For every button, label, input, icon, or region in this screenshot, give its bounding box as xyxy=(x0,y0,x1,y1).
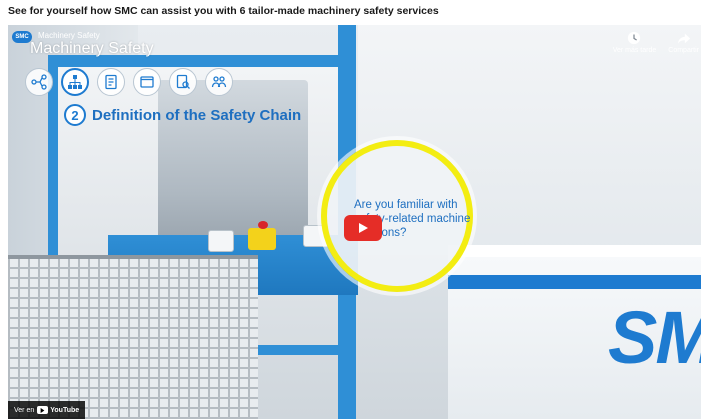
share-button[interactable]: Compartir xyxy=(668,31,699,54)
machine-estop-base xyxy=(248,228,276,250)
play-button[interactable] xyxy=(344,215,382,241)
play-icon xyxy=(359,223,368,233)
counter-stripe xyxy=(448,275,701,289)
youtube-wordmark: YouTube xyxy=(50,406,80,414)
document-search-icon xyxy=(169,68,197,96)
chapter-label: 2 Definition of the Safety Chain xyxy=(64,104,301,126)
video-brand: SMC Machinery Safety Machinery Safety xyxy=(12,31,154,57)
watch-on-youtube-button[interactable]: Ver en YouTube xyxy=(8,401,86,419)
machine-button xyxy=(208,230,234,252)
video-player[interactable]: SM SMC Machinery Safety Machinery Safety… xyxy=(8,25,701,419)
page-heading: See for yourself how SMC can assist you … xyxy=(8,5,439,17)
share-label: Compartir xyxy=(668,47,699,54)
question-overlay: Are you familiar with safety-related mac… xyxy=(321,140,473,292)
watch-later-button[interactable]: Ver más tarde xyxy=(612,31,657,54)
people-icon xyxy=(205,68,233,96)
chapter-steps xyxy=(25,68,233,96)
youtube-logo: YouTube xyxy=(37,406,79,414)
window-icon xyxy=(133,68,161,96)
share-icon xyxy=(677,33,690,44)
hierarchy-icon xyxy=(61,68,89,96)
machine-estop-button xyxy=(258,221,268,229)
brand-subtitle: Machinery Safety xyxy=(38,31,100,40)
youtube-play-icon xyxy=(37,406,49,414)
video-actions: Ver más tarde Compartir xyxy=(613,31,699,54)
watch-later-label: Ver más tarde xyxy=(612,47,657,54)
watch-on-label: Ver en xyxy=(14,406,35,414)
clock-icon xyxy=(628,31,641,45)
network-icon xyxy=(25,68,53,96)
chapter-number: 2 xyxy=(64,104,86,126)
document-icon xyxy=(97,68,125,96)
scene-wire-cart xyxy=(8,255,258,419)
chapter-title: Definition of the Safety Chain xyxy=(92,106,302,124)
scene-logo: SM xyxy=(608,296,701,379)
brand-badge: SMC xyxy=(12,31,32,43)
video-title[interactable]: Machinery Safety xyxy=(30,40,154,58)
